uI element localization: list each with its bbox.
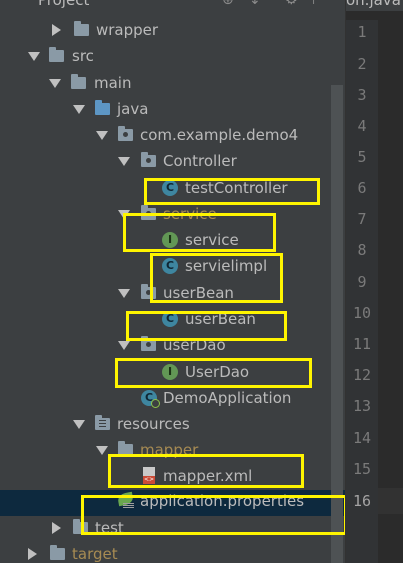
tree-node-main[interactable]: main xyxy=(0,72,345,98)
tree-node-java[interactable]: java xyxy=(0,98,345,124)
tree-node-label: src xyxy=(72,47,94,65)
line-number: 5 xyxy=(357,148,367,166)
highlight-box xyxy=(81,495,347,535)
highlight-box xyxy=(108,454,304,488)
tree-node-src[interactable]: src xyxy=(0,45,345,71)
project-panel-title[interactable]: Project xyxy=(38,0,89,9)
package-icon xyxy=(141,152,156,167)
expand-arrow-icon[interactable] xyxy=(52,24,61,36)
line-number: 15 xyxy=(352,460,372,478)
tree-node-package-root[interactable]: com.example.demo4 xyxy=(0,124,345,150)
collapse-arrow-icon[interactable] xyxy=(73,105,85,114)
tree-node-label: resources xyxy=(117,415,190,433)
highlight-box xyxy=(126,311,287,341)
line-number: 10 xyxy=(352,304,372,322)
folder-icon xyxy=(49,47,64,62)
line-number: 8 xyxy=(357,241,367,259)
folder-icon xyxy=(74,21,89,36)
tree-node-label: java xyxy=(117,100,149,118)
collapse-arrow-icon[interactable] xyxy=(49,79,61,88)
tree-node-target[interactable]: target xyxy=(0,543,345,563)
folder-icon xyxy=(50,545,65,560)
collapse-arrow-icon[interactable] xyxy=(73,420,85,429)
collapse-arrow-icon[interactable] xyxy=(96,446,108,455)
line-number: 1 xyxy=(357,23,367,41)
folder-icon xyxy=(71,74,86,89)
tree-node-label: com.example.demo4 xyxy=(140,126,299,144)
tree-node-label: wrapper xyxy=(96,21,159,39)
highlight-box xyxy=(150,253,283,303)
line-number: 12 xyxy=(352,366,372,384)
line-number: 11 xyxy=(352,335,372,353)
editor-pane[interactable]: on.java 1 2 3 4 5 6 7 8 9 10 11 12 13 14… xyxy=(345,0,403,563)
line-number: 2 xyxy=(357,55,367,73)
line-number: 14 xyxy=(352,429,372,447)
expand-arrow-icon[interactable] xyxy=(28,548,37,560)
highlight-box xyxy=(115,358,312,388)
collapse-arrow-icon[interactable] xyxy=(118,341,130,350)
source-folder-icon xyxy=(95,100,110,115)
line-number: 9 xyxy=(357,273,367,291)
tree-node-label: DemoApplication xyxy=(163,389,292,407)
tree-node-label: target xyxy=(72,545,118,563)
collapse-icon[interactable]: ⇟ xyxy=(249,0,261,9)
collapse-arrow-icon[interactable] xyxy=(118,157,130,166)
highlight-box xyxy=(144,178,320,205)
tree-node-controller-package[interactable]: Controller xyxy=(0,150,345,176)
add-icon[interactable]: ⊕ xyxy=(222,0,234,9)
gear-icon[interactable]: ⚙ xyxy=(285,0,298,9)
line-number-gutter: 1 2 3 4 5 6 7 8 9 10 11 12 13 14 15 16 xyxy=(346,20,378,563)
tree-node-resources[interactable]: resources xyxy=(0,413,345,439)
tree-node-wrapper[interactable]: wrapper xyxy=(0,19,345,45)
resources-folder-icon xyxy=(95,415,110,430)
hide-icon[interactable]: ⊢ xyxy=(312,0,324,9)
spring-app-class-icon: C xyxy=(141,390,160,408)
editor-tab-label[interactable]: on.java xyxy=(346,0,401,9)
collapse-arrow-icon[interactable] xyxy=(118,289,130,298)
project-panel-header: Project ⊕ ⇟ ⚙ ⊢ xyxy=(0,0,345,11)
line-number: 6 xyxy=(357,179,367,197)
ide-window: Project ⊕ ⇟ ⚙ ⊢ wrapper src main java co… xyxy=(0,0,403,563)
line-number: 3 xyxy=(357,86,367,104)
collapse-arrow-icon[interactable] xyxy=(28,52,40,61)
line-number: 4 xyxy=(357,117,367,135)
line-number: 13 xyxy=(352,397,372,415)
tree-node-label: Controller xyxy=(163,152,237,170)
line-number-current: 16 xyxy=(352,492,372,510)
expand-arrow-icon[interactable] xyxy=(52,522,61,534)
package-icon xyxy=(118,126,133,141)
collapse-arrow-icon[interactable] xyxy=(96,131,108,140)
tree-scrollbar[interactable] xyxy=(331,85,343,563)
line-number: 7 xyxy=(357,210,367,228)
project-tool-window: Project ⊕ ⇟ ⚙ ⊢ wrapper src main java co… xyxy=(0,0,347,563)
highlight-box xyxy=(123,213,276,252)
editor-tab-strip: on.java xyxy=(346,0,403,11)
tree-node-label: main xyxy=(94,74,132,92)
tree-node-demoapplication[interactable]: C DemoApplication xyxy=(0,387,345,413)
